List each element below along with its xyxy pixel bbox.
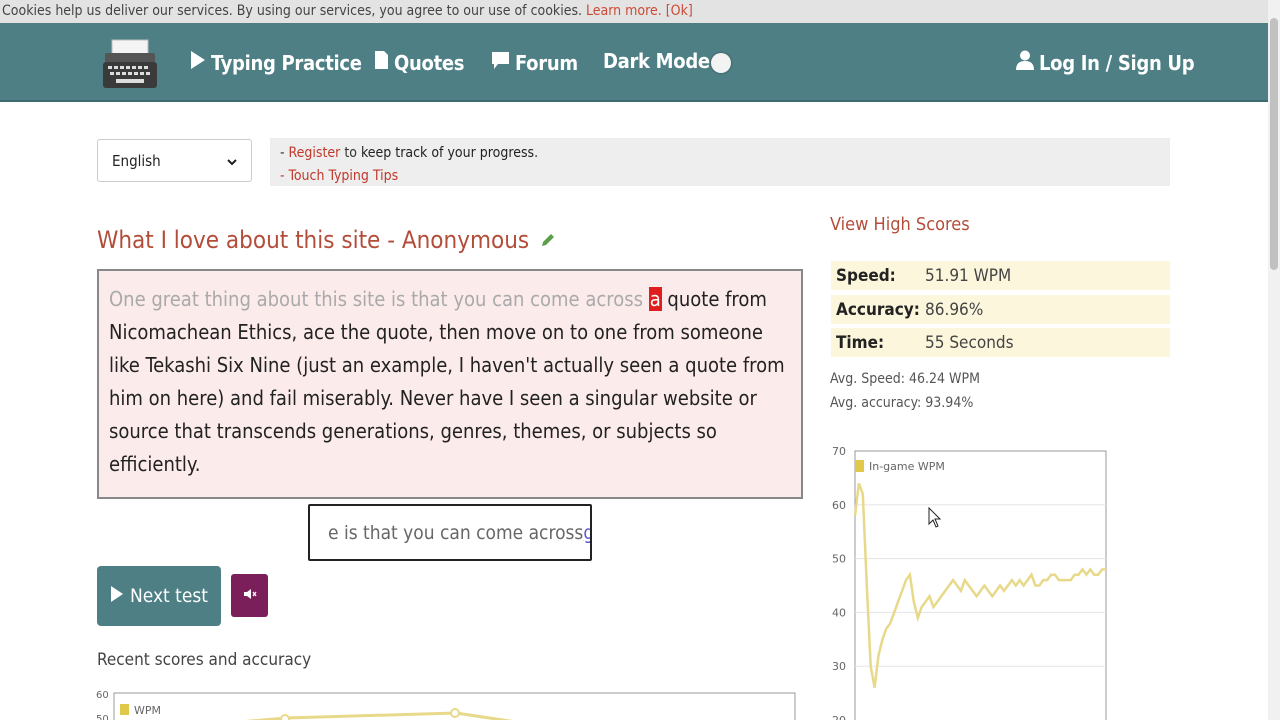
cookie-banner: Cookies help us deliver our services. By… (0, 0, 1268, 23)
nav-forum[interactable]: Forum (491, 23, 578, 102)
wpm-y-tick-label: 60 (832, 499, 846, 512)
nav-typing-practice-label: Typing Practice (211, 50, 362, 75)
chat-bubble-icon (491, 51, 510, 75)
wpm-chart-frame (854, 450, 1107, 720)
wpm-legend-label: In-game WPM (869, 460, 945, 473)
cookie-ok-link[interactable]: [Ok] (666, 3, 693, 19)
quote-remaining-text: quote from Nicomachean Ethics, ace the q… (109, 287, 785, 476)
time-value: 55 Seconds (925, 332, 1014, 353)
typewriter-logo-icon[interactable] (102, 38, 158, 92)
nav-forum-label: Forum (515, 50, 578, 75)
speed-stat: Speed: 51.91 WPM (831, 261, 1170, 290)
nav-login[interactable]: Log In / Sign Up (1016, 23, 1195, 102)
accuracy-label: Accuracy: (836, 299, 920, 320)
mute-sound-button[interactable] (231, 574, 268, 617)
info-dash: - (280, 145, 289, 161)
wpm-y-tick-label: 30 (832, 660, 846, 673)
play-icon (110, 585, 124, 608)
speed-value: 51.91 WPM (925, 265, 1012, 286)
nav-quotes-label: Quotes (394, 50, 465, 75)
page-scrollbar[interactable] (1268, 0, 1280, 720)
language-select[interactable]: English (97, 139, 252, 182)
dark-mode-toggle[interactable] (711, 53, 731, 73)
register-link[interactable]: Register (289, 145, 341, 161)
typing-input-current: g (583, 522, 590, 544)
next-test-label: Next test (129, 585, 209, 607)
info-period: . (534, 145, 539, 161)
in-game-wpm-chart: 20 30 40 50 60 70 In-game WPM (832, 445, 1107, 720)
mouse-pointer-icon (928, 507, 942, 528)
quote-typed-text: One great thing about this site is that … (109, 287, 649, 311)
recent-scores-chart: 60 50 WPM (96, 688, 796, 720)
recent-legend-label: WPM (134, 704, 161, 717)
wpm-y-tick-label: 40 (832, 606, 846, 619)
info-keep-track: keep track of your progress (360, 145, 535, 161)
cookie-text: Cookies help us deliver our services. By… (2, 3, 583, 19)
view-high-scores-link[interactable]: View High Scores (830, 214, 970, 235)
dark-mode-label: Dark Mode (603, 48, 710, 73)
quote-title: What I love about this site - Anonymous (97, 226, 556, 254)
scrollbar-thumb[interactable] (1270, 18, 1278, 270)
quote-text-box: One great thing about this site is that … (97, 269, 803, 499)
wpm-y-tick-label: 50 (832, 553, 846, 566)
time-stat: Time: 55 Seconds (831, 328, 1170, 357)
touch-typing-tips-link[interactable]: - Touch Typing Tips (280, 168, 398, 184)
info-to: to (340, 145, 361, 161)
top-navbar: Typing Practice Quotes Forum Dark Mode L… (0, 23, 1268, 102)
recent-y-tick-60: 60 (96, 690, 109, 701)
document-icon (374, 50, 389, 75)
quote-current-char: a (648, 287, 662, 311)
nav-login-label: Log In / Sign Up (1039, 50, 1195, 75)
wpm-y-tick-label: 20 (832, 714, 846, 720)
user-icon (1016, 50, 1034, 75)
wpm-y-tick-label: 70 (832, 445, 846, 458)
recent-legend-swatch (120, 704, 129, 715)
quote-title-text: What I love about this site - Anonymous (97, 226, 530, 254)
recent-scores-title: Recent scores and accuracy (97, 650, 312, 670)
accuracy-value: 86.96% (925, 299, 984, 320)
nav-quotes[interactable]: Quotes (374, 23, 465, 102)
next-test-button[interactable]: Next test (97, 566, 221, 626)
speaker-mute-icon (243, 588, 257, 604)
info-box: - Register to keep track of your progres… (270, 138, 1170, 186)
recent-y-tick-50: 50 (96, 714, 109, 720)
language-selected-value: English (112, 151, 161, 170)
time-label: Time: (836, 332, 885, 353)
speed-label: Speed: (836, 265, 896, 286)
typing-input-value: e is that you can come across (328, 521, 584, 544)
nav-typing-practice[interactable]: Typing Practice (190, 23, 362, 102)
learn-more-link[interactable]: Learn more. (586, 3, 662, 19)
accuracy-stat: Accuracy: 86.96% (831, 295, 1170, 324)
avg-speed: Avg. Speed: 46.24 WPM (830, 371, 980, 387)
play-icon (190, 50, 206, 75)
chevron-down-icon (227, 152, 237, 170)
typing-input[interactable]: e is that you can come across g (308, 504, 592, 561)
wpm-legend-swatch (855, 460, 864, 472)
avg-accuracy: Avg. accuracy: 93.94% (830, 395, 974, 411)
pencil-icon[interactable] (540, 232, 556, 253)
info-line-register: - Register to keep track of your progres… (280, 142, 1160, 165)
